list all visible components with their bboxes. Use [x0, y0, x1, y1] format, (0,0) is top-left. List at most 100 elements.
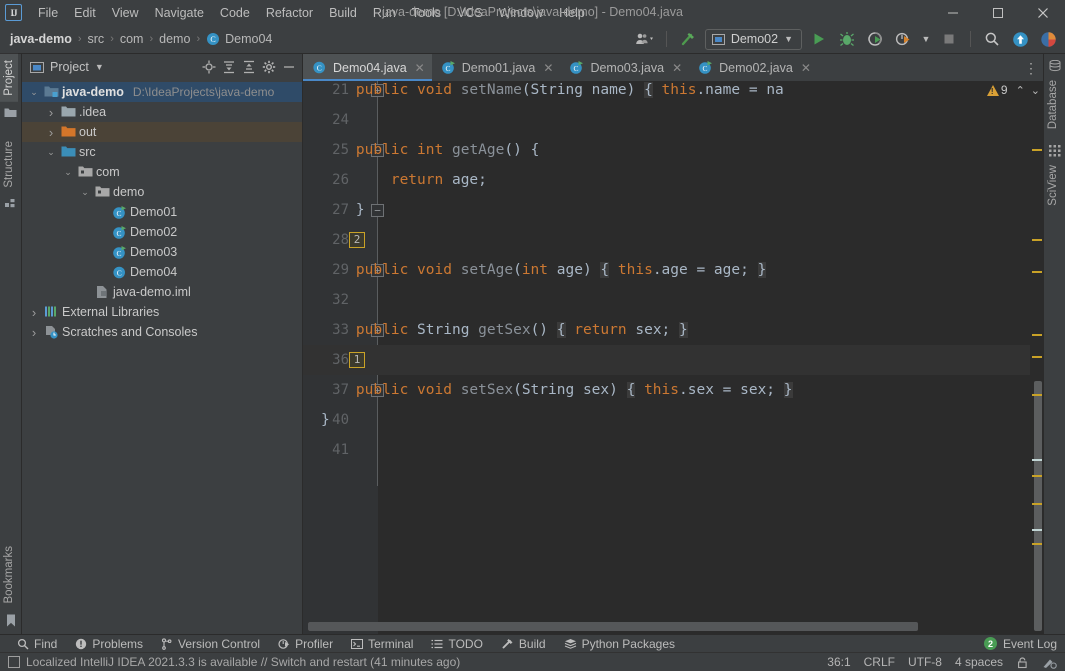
close-icon[interactable]: ✕ — [672, 61, 682, 75]
fold-end-icon[interactable]: − — [371, 204, 384, 217]
indent-setting[interactable]: 4 spaces — [955, 655, 1003, 669]
chevron-right-icon[interactable]: › — [45, 125, 57, 140]
code-line[interactable]: 32 — [303, 285, 1043, 315]
chevron-down-icon[interactable]: ▼ — [95, 62, 104, 72]
run-coverage-icon[interactable] — [864, 28, 886, 50]
editor-marker[interactable] — [1032, 394, 1042, 396]
line-separator[interactable]: CRLF — [864, 655, 895, 669]
project-panel-title[interactable]: Project ▼ — [30, 60, 104, 74]
menu-item-code[interactable]: Code — [212, 3, 258, 23]
code-line[interactable]: 25− public int getAge() { — [303, 135, 1043, 165]
close-icon[interactable]: ✕ — [543, 61, 553, 75]
sidebar-item-database[interactable]: Database — [1044, 74, 1062, 135]
code-editor[interactable]: 21 + public void setName(String name) { t… — [303, 81, 1043, 634]
code-line[interactable]: 36 1 — [303, 345, 1043, 375]
bottom-tool-python-packages[interactable]: Python Packages — [555, 635, 684, 653]
tree-item-demo[interactable]: ⌄ demo — [22, 182, 302, 202]
code-line[interactable]: 26 return age; — [303, 165, 1043, 195]
bottom-tool-terminal[interactable]: Terminal — [342, 635, 422, 653]
breadcrumb-java-demo[interactable]: java-demo — [8, 32, 74, 46]
editor-marker[interactable] — [1032, 543, 1042, 545]
editor-marker[interactable] — [1032, 529, 1042, 531]
code-line[interactable]: 33 + public String getSex() { return sex;… — [303, 315, 1043, 345]
editor-tab-demo02-java[interactable]: C Demo02.java ✕ — [689, 54, 818, 81]
chevron-right-icon[interactable]: › — [28, 325, 40, 340]
collapse-all-icon[interactable] — [240, 58, 258, 76]
editor-marker[interactable] — [1032, 475, 1042, 477]
bottom-tool-profiler[interactable]: Profiler — [269, 635, 342, 653]
editor-tab-demo01-java[interactable]: C Demo01.java ✕ — [432, 54, 561, 81]
code-line[interactable]: 24 — [303, 105, 1043, 135]
menu-item-build[interactable]: Build — [321, 3, 365, 23]
chevron-down-icon[interactable]: ⌄ — [62, 167, 74, 178]
more-vertical-icon[interactable]: ⋮ — [1024, 61, 1038, 75]
debug-icon[interactable] — [836, 28, 858, 50]
editor-marker[interactable] — [1032, 503, 1042, 505]
tree-item-scratches-and-consoles[interactable]: › Scratches and Consoles — [22, 322, 302, 342]
breadcrumb-demo04[interactable]: C Demo04 — [204, 32, 274, 46]
bottom-tool-build[interactable]: Build — [492, 635, 555, 653]
stop-icon[interactable] — [938, 28, 960, 50]
editor-horizontal-scrollbar-thumb[interactable] — [308, 622, 918, 631]
tree-item--idea[interactable]: › .idea — [22, 102, 302, 122]
folded-lines-badge[interactable]: 1 — [349, 352, 365, 368]
chevron-up-icon[interactable]: ⌃ — [1016, 84, 1025, 97]
menu-item-file[interactable]: File — [30, 3, 66, 23]
bottom-tool-version-control[interactable]: Version Control — [152, 635, 269, 653]
editor-horizontal-scrollbar[interactable] — [308, 622, 1025, 631]
tree-item-com[interactable]: ⌄ com — [22, 162, 302, 182]
project-tree[interactable]: ⌄ java-demo D:\IdeaProjects\java-demo › .ide… — [22, 80, 302, 342]
tree-item-demo01[interactable]: C Demo01 — [22, 202, 302, 222]
profiler-dropdown-icon[interactable]: ▼ — [920, 28, 932, 50]
chevron-down-icon[interactable]: ⌄ — [1031, 84, 1040, 97]
breadcrumb-demo[interactable]: demo — [157, 32, 192, 46]
build-hammer-icon[interactable] — [677, 28, 699, 50]
locate-icon[interactable] — [200, 58, 218, 76]
editor-marker[interactable] — [1032, 334, 1042, 336]
search-everywhere-icon[interactable] — [981, 28, 1003, 50]
sidebar-item-bookmarks[interactable]: Bookmarks — [0, 540, 18, 610]
editor-marker[interactable] — [1032, 149, 1042, 151]
user-dropdown-icon[interactable] — [634, 28, 656, 50]
code-line[interactable]: 28 2 — [303, 225, 1043, 255]
menu-item-edit[interactable]: Edit — [66, 3, 104, 23]
editor-marker[interactable] — [1032, 459, 1042, 461]
editor-marker[interactable] — [1032, 271, 1042, 273]
chevron-down-icon[interactable]: ⌄ — [45, 147, 57, 158]
run-configuration-selector[interactable]: Demo02 ▼ — [704, 28, 802, 50]
sidebar-item-project[interactable]: Project — [0, 54, 18, 102]
close-button[interactable] — [1020, 0, 1065, 25]
chevron-right-icon[interactable]: › — [45, 105, 57, 120]
status-message[interactable]: Localized IntelliJ IDEA 2021.3.3 is avai… — [26, 655, 460, 669]
breadcrumb-com[interactable]: com — [118, 32, 146, 46]
bottom-tool-find[interactable]: Find — [8, 635, 66, 653]
code-line[interactable]: 40} — [303, 405, 1043, 435]
expand-all-icon[interactable] — [220, 58, 238, 76]
run-icon[interactable] — [808, 28, 830, 50]
sidebar-item-structure[interactable]: Structure — [0, 135, 18, 194]
tree-item-demo03[interactable]: C Demo03 — [22, 242, 302, 262]
breadcrumb-src[interactable]: src — [86, 32, 107, 46]
chevron-down-icon[interactable]: ⌄ — [79, 187, 91, 198]
profiler-icon[interactable] — [892, 28, 914, 50]
close-icon[interactable]: ✕ — [415, 61, 425, 75]
code-line[interactable]: 21 + public void setName(String name) { t… — [303, 81, 1043, 105]
editor-tab-demo03-java[interactable]: C Demo03.java ✕ — [560, 54, 689, 81]
tree-item-demo04[interactable]: C Demo04 — [22, 262, 302, 282]
tree-item-java-demo-iml[interactable]: java-demo.iml — [22, 282, 302, 302]
tree-item-external-libraries[interactable]: › External Libraries — [22, 302, 302, 322]
minimize-button[interactable] — [930, 0, 975, 25]
code-line[interactable]: 37 + public void setSex(String sex) { thi… — [303, 375, 1043, 405]
code-line[interactable]: 27− } — [303, 195, 1043, 225]
caret-position[interactable]: 36:1 — [827, 655, 850, 669]
menu-item-view[interactable]: View — [104, 3, 147, 23]
menu-item-navigate[interactable]: Navigate — [147, 3, 212, 23]
editor-marker[interactable] — [1032, 356, 1042, 358]
code-line[interactable]: 29 + public void setAge(int age) { this.a… — [303, 255, 1043, 285]
bottom-tool-todo[interactable]: TODO — [422, 635, 491, 653]
update-project-icon[interactable] — [1009, 28, 1031, 50]
sidebar-item-sciview[interactable]: SciView — [1044, 159, 1062, 212]
tree-item-src[interactable]: ⌄ src — [22, 142, 302, 162]
chevron-right-icon[interactable]: › — [28, 305, 40, 320]
bottom-tool-problems[interactable]: Problems — [66, 635, 152, 653]
